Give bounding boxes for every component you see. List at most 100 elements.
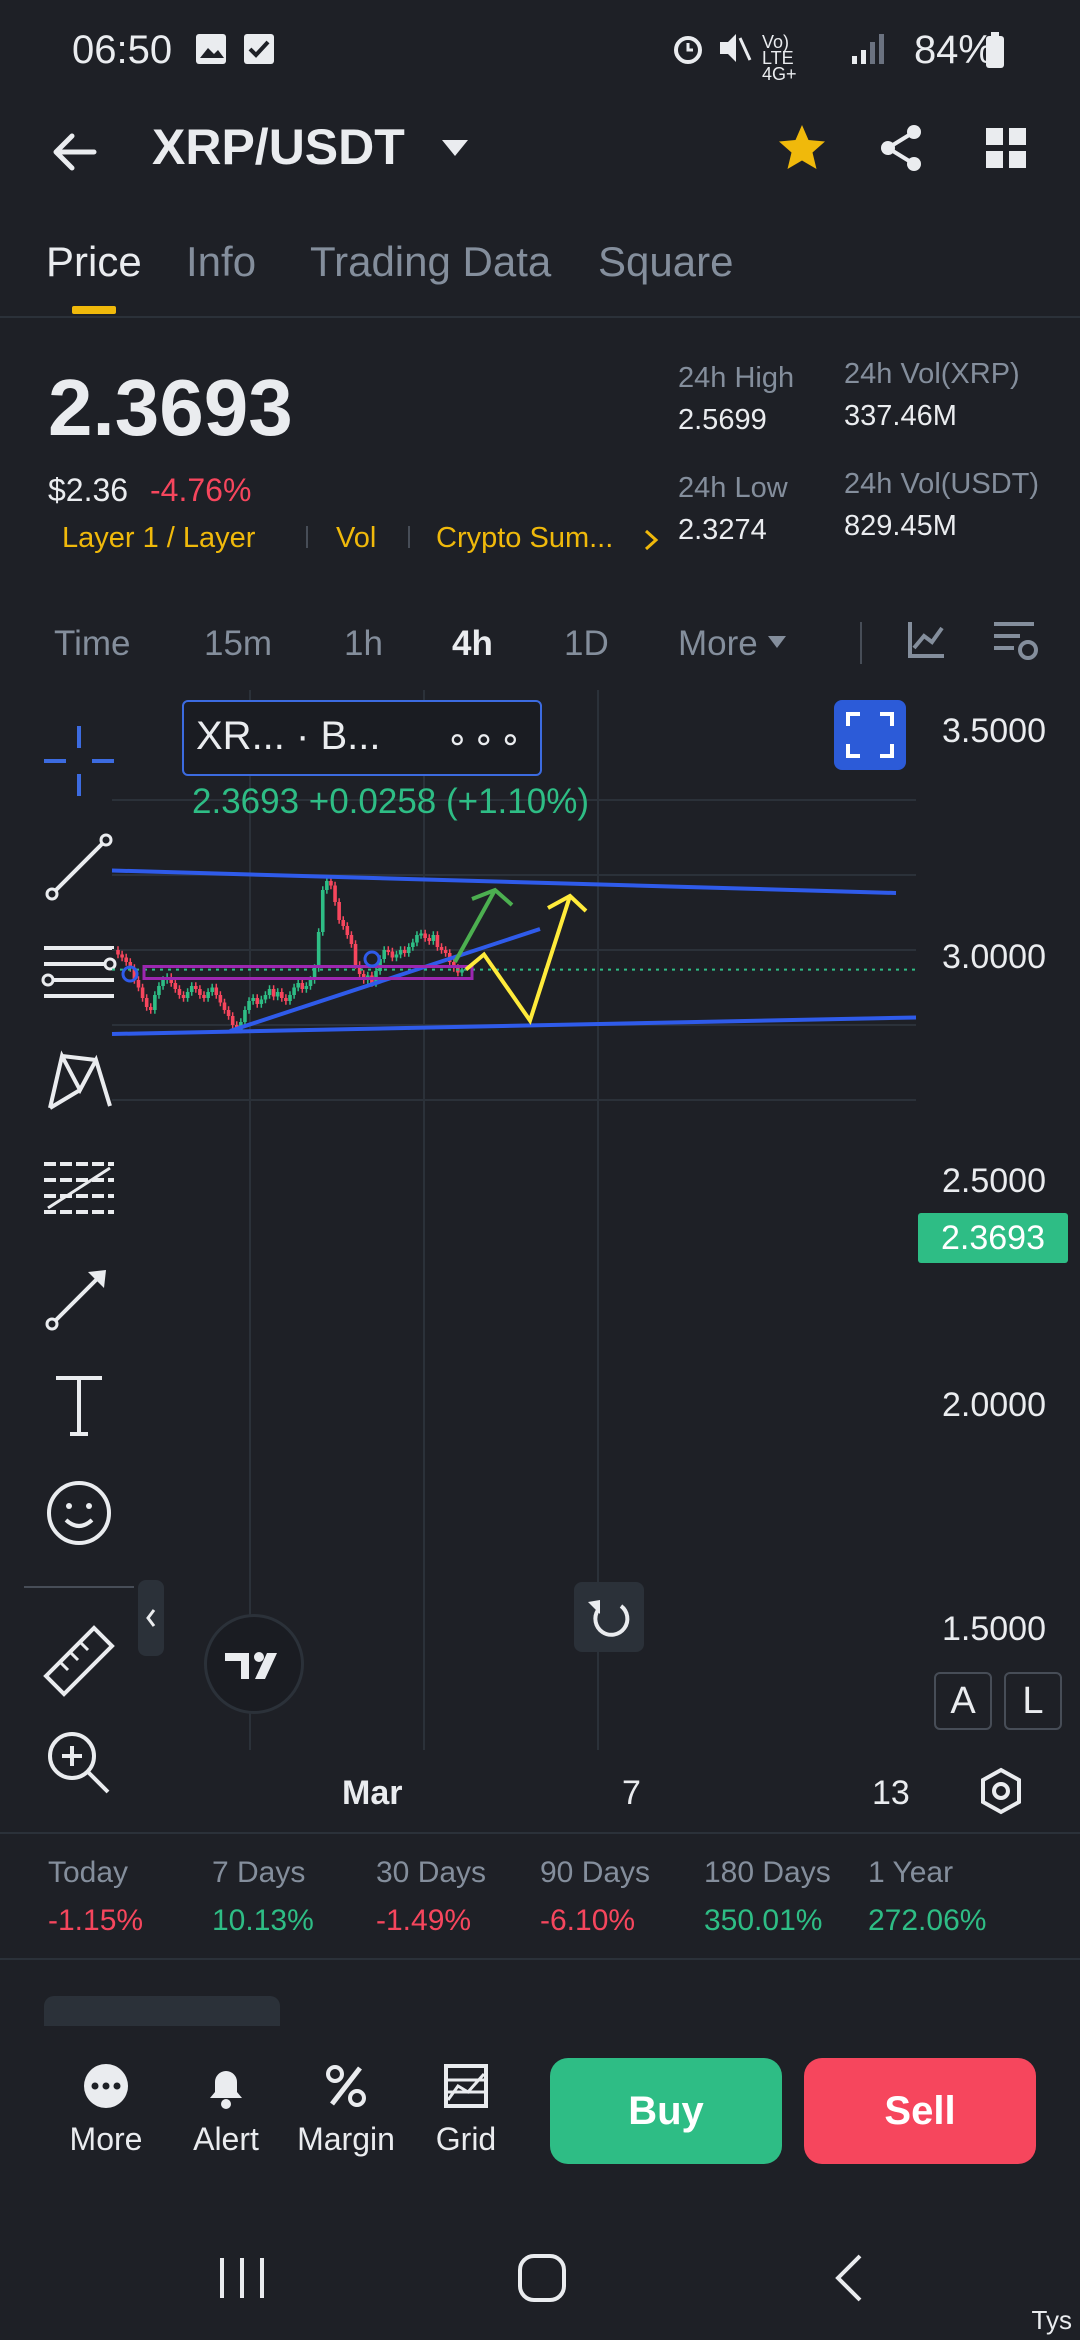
x-tick: 13	[872, 1774, 910, 1812]
log-scale-button[interactable]: L	[1004, 1672, 1062, 1730]
indicator-icon[interactable]	[904, 618, 948, 662]
share-icon[interactable]	[876, 122, 926, 174]
candle	[161, 980, 165, 986]
legend-price-change: 2.3693 +0.0258 (+1.10%)	[192, 782, 589, 821]
margin-label: Margin	[297, 2121, 395, 2157]
candle	[443, 950, 448, 953]
tab-square[interactable]: Square	[598, 238, 733, 286]
candle	[386, 950, 391, 952]
tab-trading-data[interactable]: Trading Data	[310, 238, 551, 286]
x-tick: Mar	[342, 1774, 403, 1812]
tradingview-logo[interactable]	[204, 1614, 304, 1714]
sell-button[interactable]: Sell	[804, 2058, 1036, 2164]
candle	[394, 954, 399, 958]
candle	[284, 998, 288, 1001]
chevron-down-icon[interactable]	[440, 136, 470, 160]
candle	[382, 950, 386, 959]
candle	[353, 944, 358, 965]
tab-info[interactable]: Info	[186, 238, 256, 286]
candle	[198, 989, 202, 995]
perf-value: -1.15%	[48, 1904, 144, 1937]
candle	[206, 992, 210, 998]
pair-title[interactable]: XRP/USDT	[152, 118, 405, 176]
tag-separator	[408, 526, 410, 548]
candle	[116, 950, 120, 955]
candle	[411, 942, 415, 947]
candle	[460, 969, 464, 973]
fullscreen-button[interactable]	[834, 700, 906, 770]
resistance-trendline	[111, 868, 897, 895]
chart-settings-icon[interactable]	[990, 616, 1040, 664]
stat-low-label: 24h Low	[678, 472, 788, 504]
candle	[136, 980, 141, 988]
candle	[267, 989, 272, 995]
buy-button[interactable]: Buy	[550, 2058, 782, 2164]
more-button[interactable]: More	[46, 2060, 166, 2158]
tab-price[interactable]: Price	[46, 238, 142, 286]
perf-value: 350.01%	[704, 1904, 823, 1937]
tag-vol[interactable]: Vol	[336, 522, 376, 555]
interval-more[interactable]: More	[678, 624, 758, 664]
divider	[0, 1958, 1080, 1960]
candle	[427, 938, 432, 941]
candle	[415, 935, 419, 943]
candle	[304, 986, 309, 989]
stat-vol-usdt-value: 829.45M	[844, 510, 957, 542]
y-tick: 2.5000	[942, 1162, 1046, 1200]
candle	[218, 995, 223, 1003]
candle	[329, 881, 333, 886]
tag-layer1[interactable]: Layer 1 / Layer	[62, 522, 255, 555]
battery-icon	[986, 32, 1004, 68]
interval-1h[interactable]: 1h	[344, 624, 383, 664]
bell-icon	[210, 2071, 242, 2109]
grid-button[interactable]: Grid	[406, 2060, 526, 2158]
candle	[124, 957, 128, 962]
perf-label: 90 Days	[540, 1856, 651, 1889]
candle	[308, 980, 313, 986]
mute-icon	[720, 34, 752, 62]
tabs-divider	[0, 316, 1080, 318]
candle	[288, 995, 292, 1001]
time-axis-settings-icon[interactable]	[976, 1766, 1026, 1816]
percent-icon	[326, 2065, 366, 2107]
candle	[280, 992, 284, 998]
tag-crypto-summary[interactable]: Crypto Sum...	[436, 522, 613, 555]
candle	[333, 885, 337, 902]
candle	[419, 933, 423, 936]
perf-value: -1.49%	[376, 1904, 472, 1937]
interval-time[interactable]: Time	[54, 624, 130, 664]
auto-scale-button[interactable]: A	[934, 1672, 992, 1730]
candle	[398, 950, 403, 955]
alert-button[interactable]: Alert	[166, 2060, 286, 2158]
status-time: 06:50	[72, 28, 173, 72]
recent-apps-icon[interactable]	[214, 2250, 270, 2306]
checkbox-icon	[244, 34, 274, 64]
home-icon[interactable]	[514, 2250, 570, 2306]
candle	[292, 987, 296, 995]
back-icon[interactable]	[822, 2250, 878, 2306]
legend-menu-dots[interactable]: ∘∘∘	[446, 718, 526, 760]
candle	[189, 986, 194, 992]
stat-vol-xrp-label: 24h Vol(XRP)	[844, 358, 1020, 390]
perf-label: 7 Days	[212, 1856, 306, 1889]
candle	[435, 935, 440, 947]
y-tick: 2.0000	[942, 1386, 1046, 1424]
candle	[202, 995, 206, 998]
candle	[259, 999, 264, 1004]
interval-1d[interactable]: 1D	[564, 624, 609, 664]
interval-divider	[860, 622, 862, 664]
candle	[431, 935, 436, 941]
candle	[439, 947, 444, 950]
star-icon[interactable]	[776, 122, 828, 174]
chevron-down-icon[interactable]	[766, 634, 788, 650]
back-arrow-icon[interactable]	[48, 126, 100, 178]
chevron-right-icon[interactable]	[642, 528, 660, 552]
reset-chart-button[interactable]	[574, 1582, 644, 1652]
interval-15m[interactable]: 15m	[204, 624, 272, 664]
margin-button[interactable]: Margin	[286, 2060, 406, 2158]
stat-vol-usdt-label: 24h Vol(USDT)	[844, 468, 1040, 500]
candle	[243, 1010, 247, 1022]
candle	[275, 992, 280, 997]
interval-4h[interactable]: 4h	[452, 624, 493, 664]
grid-menu-icon[interactable]	[982, 124, 1030, 172]
